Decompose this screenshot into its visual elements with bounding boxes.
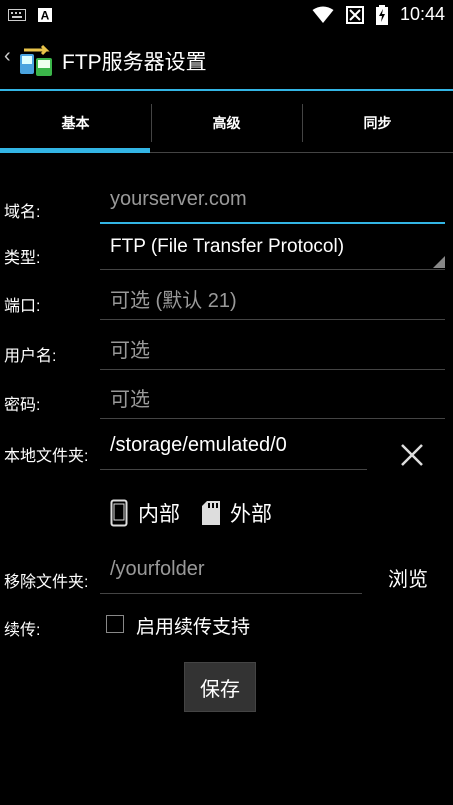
tab-selected-indicator bbox=[0, 148, 150, 153]
type-spinner[interactable]: FTP (File Transfer Protocol) bbox=[100, 236, 445, 270]
no-signal-icon bbox=[345, 5, 364, 24]
domain-placeholder: yourserver.com bbox=[110, 188, 247, 210]
clear-icon[interactable] bbox=[394, 437, 430, 473]
storage-selector: 内部 外部 bbox=[110, 498, 294, 528]
local-folder-input[interactable]: /storage/emulated/0 bbox=[100, 434, 367, 470]
port-input[interactable]: 可选 (默认 21) bbox=[100, 284, 445, 320]
save-button[interactable]: 保存 bbox=[184, 662, 256, 712]
back-chevron-icon[interactable]: ‹ bbox=[4, 45, 11, 68]
svg-text:A: A bbox=[41, 9, 50, 23]
storage-internal-button[interactable]: 内部 bbox=[110, 498, 180, 528]
remote-folder-input[interactable]: /yourfolder bbox=[100, 558, 362, 594]
tab-basic[interactable]: 基本 bbox=[0, 92, 151, 154]
domain-label: 域名: bbox=[4, 204, 41, 221]
app-icon[interactable] bbox=[16, 40, 56, 80]
storage-external-label: 外部 bbox=[230, 503, 272, 526]
clock: 10:44 bbox=[399, 4, 445, 24]
resume-label: 续传: bbox=[4, 622, 41, 639]
storage-external-button[interactable]: 外部 bbox=[202, 498, 272, 528]
username-input[interactable]: 可选 bbox=[100, 334, 445, 370]
domain-input[interactable]: yourserver.com bbox=[100, 188, 445, 224]
type-value: FTP (File Transfer Protocol) bbox=[110, 236, 345, 257]
storage-internal-label: 内部 bbox=[138, 503, 180, 526]
local-folder-label: 本地文件夹: bbox=[4, 448, 89, 465]
battery-charging-icon bbox=[375, 4, 388, 25]
sd-card-icon bbox=[202, 501, 220, 525]
local-folder-value: /storage/emulated/0 bbox=[110, 434, 287, 456]
username-label: 用户名: bbox=[4, 348, 57, 365]
browse-button[interactable]: 浏览 bbox=[388, 563, 428, 592]
port-label: 端口: bbox=[4, 298, 41, 315]
wifi-icon bbox=[312, 6, 334, 23]
tab-advanced[interactable]: 高级 bbox=[151, 92, 302, 154]
password-placeholder: 可选 bbox=[110, 389, 150, 411]
password-input[interactable]: 可选 bbox=[100, 383, 445, 419]
type-label: 类型: bbox=[4, 250, 41, 267]
password-label: 密码: bbox=[4, 397, 41, 414]
remote-folder-placeholder: /yourfolder bbox=[110, 558, 205, 580]
tab-bar: 基本 高级 同步 bbox=[0, 92, 453, 154]
resume-checkbox-label[interactable]: 启用续传支持 bbox=[136, 612, 250, 639]
page-title: FTP服务器设置 bbox=[62, 51, 207, 74]
phone-icon bbox=[110, 499, 128, 527]
keyboard-icon bbox=[8, 9, 26, 21]
username-placeholder: 可选 bbox=[110, 340, 150, 362]
spinner-arrow-icon bbox=[433, 256, 445, 268]
a-text-icon: A bbox=[38, 8, 52, 22]
action-bar-divider bbox=[0, 89, 453, 91]
remote-folder-label: 移除文件夹: bbox=[4, 574, 89, 591]
tab-sync[interactable]: 同步 bbox=[302, 92, 453, 154]
status-bar: A 10:44 bbox=[0, 0, 453, 30]
port-placeholder: 可选 (默认 21) bbox=[110, 290, 237, 312]
resume-checkbox[interactable] bbox=[106, 615, 124, 633]
